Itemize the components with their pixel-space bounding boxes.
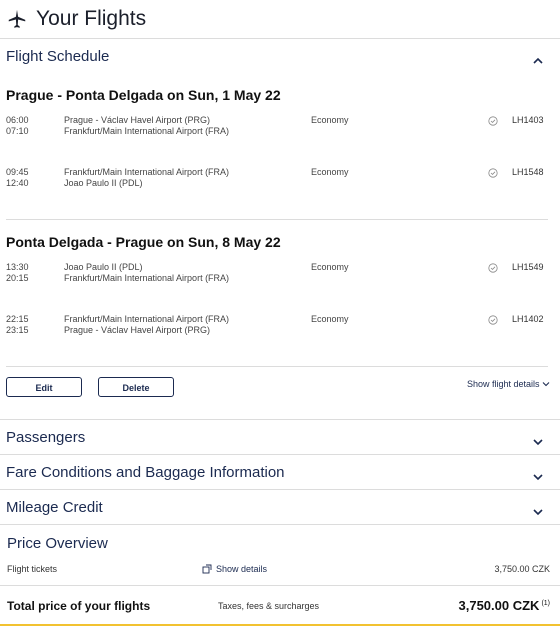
- check-circle-icon: [488, 116, 498, 126]
- total-price-amount: 3,750.00 CZK (1): [459, 598, 551, 613]
- flight-schedule-title: Flight Schedule: [6, 47, 110, 65]
- passengers-section-header[interactable]: Passengers: [0, 420, 560, 454]
- flight-airports: Prague - Václav Havel Airport (PRG) Fran…: [64, 115, 304, 137]
- footnote-marker: (1): [541, 599, 550, 607]
- flight-number: LH1549: [512, 262, 544, 272]
- flight-times: 13:30 20:15: [6, 262, 56, 284]
- trip-title: Ponta Delgada - Prague on Sun, 8 May 22: [6, 234, 281, 250]
- flight-schedule-header[interactable]: Flight Schedule: [0, 39, 560, 73]
- arrival-time: 20:15: [6, 273, 29, 283]
- flight-number: LH1403: [512, 115, 544, 125]
- flight-tickets-label: Flight tickets: [7, 564, 58, 574]
- flight-airports: Frankfurt/Main International Airport (FR…: [64, 167, 304, 189]
- edit-button[interactable]: Edit: [6, 377, 82, 397]
- flight-segment: 13:30 20:15 Joao Paulo II (PDL) Frankfur…: [0, 262, 560, 314]
- arrival-airport: Frankfurt/Main International Airport (FR…: [64, 273, 230, 283]
- page-title: Your Flights: [36, 7, 147, 30]
- flight-segment: 06:00 07:10 Prague - Václav Havel Airpor…: [0, 115, 560, 167]
- flight-number: LH1402: [512, 314, 544, 324]
- departure-time: 13:30: [6, 262, 29, 272]
- departure-airport: Prague - Václav Havel Airport (PRG): [64, 115, 211, 125]
- show-flight-details-link[interactable]: Show flight details: [467, 379, 550, 389]
- total-amount-value: 3,750.00 CZK: [458, 598, 540, 613]
- check-circle-icon: [488, 315, 498, 325]
- airplane-icon: [6, 8, 28, 30]
- departure-time: 09:45: [6, 167, 29, 177]
- taxes-note: Taxes, fees & surcharges: [218, 601, 320, 611]
- arrival-airport: Joao Paulo II (PDL): [64, 178, 143, 188]
- price-overview-title: Price Overview: [7, 535, 108, 552]
- chevron-down-icon[interactable]: [532, 433, 544, 446]
- flight-segment: 09:45 12:40 Frankfurt/Main International…: [0, 167, 560, 219]
- page-header: Your Flights: [0, 0, 560, 38]
- arrival-time: 23:15: [6, 325, 29, 335]
- check-circle-icon: [488, 168, 498, 178]
- total-price-label: Total price of your flights: [7, 599, 151, 613]
- schedule-actions: Edit Delete Show flight details: [0, 367, 560, 419]
- flight-tickets-row: Flight tickets Show details 3,750.00 CZK: [0, 559, 560, 579]
- show-details-label: Show details: [216, 564, 268, 574]
- flights-page: Your Flights Flight Schedule Prague - Po…: [0, 0, 560, 632]
- passengers-title: Passengers: [6, 428, 86, 446]
- check-circle-icon: [488, 263, 498, 273]
- external-link-icon: [202, 564, 212, 574]
- flight-times: 22:15 23:15: [6, 314, 56, 336]
- cabin-class: Economy: [311, 262, 349, 272]
- trip-title: Prague - Ponta Delgada on Sun, 1 May 22: [6, 87, 281, 103]
- arrival-time: 12:40: [6, 178, 29, 188]
- show-flight-details-label: Show flight details: [466, 379, 540, 389]
- chevron-down-icon[interactable]: [532, 503, 544, 516]
- cabin-class: Economy: [311, 314, 349, 324]
- arrival-time: 07:10: [6, 126, 29, 136]
- cabin-class: Economy: [311, 115, 349, 125]
- mileage-credit-section-header[interactable]: Mileage Credit: [0, 490, 560, 524]
- arrival-airport: Frankfurt/Main International Airport (FR…: [64, 126, 230, 136]
- chevron-down-icon: [542, 382, 550, 387]
- flight-airports: Frankfurt/Main International Airport (FR…: [64, 314, 304, 336]
- show-details-link[interactable]: Show details: [202, 564, 267, 574]
- delete-button[interactable]: Delete: [98, 377, 174, 397]
- arrival-airport: Prague - Václav Havel Airport (PRG): [64, 325, 211, 335]
- departure-airport: Frankfurt/Main International Airport (FR…: [64, 167, 230, 177]
- flight-times: 09:45 12:40: [6, 167, 56, 189]
- chevron-up-icon[interactable]: [532, 52, 544, 64]
- departure-airport: Frankfurt/Main International Airport (FR…: [64, 314, 230, 324]
- chevron-down-icon[interactable]: [532, 468, 544, 481]
- accent-underline: [0, 624, 560, 626]
- cabin-class: Economy: [311, 167, 349, 177]
- fare-conditions-section-header[interactable]: Fare Conditions and Baggage Information: [0, 455, 560, 489]
- flight-times: 06:00 07:10: [6, 115, 56, 137]
- fare-conditions-title: Fare Conditions and Baggage Information: [6, 463, 285, 481]
- total-price-row: Total price of your flights Taxes, fees …: [0, 586, 560, 626]
- flight-airports: Joao Paulo II (PDL) Frankfurt/Main Inter…: [64, 262, 304, 284]
- flight-number: LH1548: [512, 167, 544, 177]
- mileage-credit-title: Mileage Credit: [6, 498, 103, 516]
- departure-airport: Joao Paulo II (PDL): [64, 262, 143, 272]
- departure-time: 22:15: [6, 314, 29, 324]
- flight-tickets-amount: 3,750.00 CZK: [494, 564, 550, 574]
- departure-time: 06:00: [6, 115, 29, 125]
- flight-segment: 22:15 23:15 Frankfurt/Main International…: [0, 314, 560, 366]
